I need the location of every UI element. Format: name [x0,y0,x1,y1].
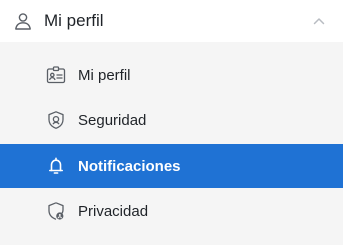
menu-item-label: Seguridad [78,111,147,129]
menu-item-label: Privacidad [78,202,149,220]
shield-user-icon [45,200,67,222]
menu-item-seguridad[interactable]: Seguridad [0,99,343,141]
id-card-icon [45,64,67,86]
profile-menu: Mi perfil Mi perfil Seguridad Notificaci… [0,0,343,245]
bell-icon [45,155,67,177]
user-icon [12,10,34,32]
chevron-up-icon[interactable] [311,13,327,29]
section-header-label: Mi perfil [44,11,104,30]
menu-item-label: Mi perfil [78,66,131,84]
menu-item-mi-perfil[interactable]: Mi perfil [0,54,343,96]
menu-item-privacidad[interactable]: Privacidad [0,190,343,232]
menu-item-notificaciones[interactable]: Notificaciones [0,144,343,188]
shield-icon [45,109,67,131]
menu-item-label: Notificaciones [78,157,181,175]
section-header-mi-perfil[interactable]: Mi perfil [0,0,343,42]
